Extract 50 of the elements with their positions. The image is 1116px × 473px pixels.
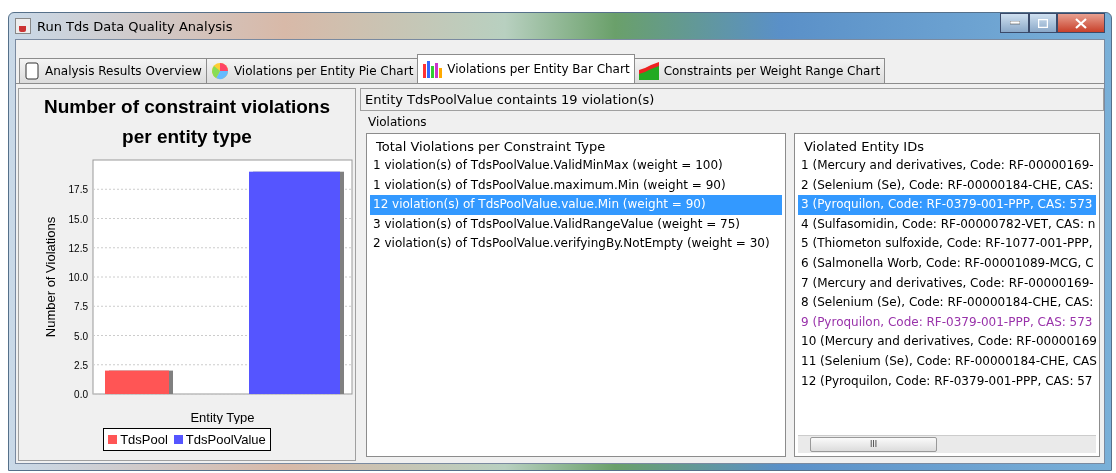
horizontal-scrollbar[interactable]: III <box>798 435 1096 453</box>
entity-header: Entity TdsPoolValue containts 19 violation(s) <box>360 88 1104 111</box>
legend-label: TdsPoolValue <box>185 432 266 447</box>
list-item[interactable]: 11 (Selenium (Se), Code: RF-00000184-CHE, CAS <box>798 351 1096 372</box>
axis-title: Number of Violations <box>43 216 58 338</box>
group-label: Violations <box>367 115 428 129</box>
axis-title: Entity Type <box>190 410 255 424</box>
coffee-cup-icon <box>15 18 31 34</box>
bar-chart-icon <box>422 60 443 78</box>
list-item[interactable]: 1 violation(s) of TdsPoolValue.ValidMinMax (weight = 100) <box>370 156 782 176</box>
list-item[interactable]: 1 violation(s) of TdsPoolValue.maximum.Min (weight = 90) <box>370 175 782 196</box>
list-item[interactable]: 12 (Pyroquilon, Code: RF-0379-001-PPP, CAS: 57 <box>798 371 1096 392</box>
tab[interactable]: Violations per Entity Bar Chart <box>417 54 635 83</box>
list-item[interactable]: 7 (Mercury and derivatives, Code: RF-00000169- <box>798 273 1096 294</box>
legend-label: TdsPool <box>120 432 168 447</box>
list-item[interactable]: 5 (Thiometon sulfoxide, Code: RF-1077-001-PPP, <box>798 234 1096 254</box>
list-item[interactable]: 4 (Sulfasomidin, Code: RF-00000782-VET, CAS: n <box>798 214 1096 235</box>
tick-label: 7.5 <box>74 301 88 313</box>
minimize-button[interactable] <box>1000 13 1029 33</box>
tab[interactable]: Constraints per Weight Range Chart <box>633 58 886 83</box>
list-item[interactable]: 3 violation(s) of TdsPoolValue.ValidRangeValue (weight = 75) <box>370 214 782 235</box>
tick-label: 5.0 <box>74 330 88 342</box>
list-title: Total Violations per Constraint Type <box>375 138 607 156</box>
close-icon <box>1075 17 1087 29</box>
tick-label: 17.5 <box>68 184 88 196</box>
scroll-thumb[interactable]: III <box>810 437 937 452</box>
list-item[interactable]: 1 (Mercury and derivatives, Code: RF-00000169- <box>798 156 1096 176</box>
list-item[interactable]: 10 (Mercury and derivatives, Code: RF-00000169 <box>798 332 1096 352</box>
maximize-icon <box>1038 18 1048 28</box>
list-item[interactable]: 6 (Salmonella Worb, Code: RF-00001089-MCG, C <box>798 253 1096 274</box>
tick-label: 12.5 <box>68 242 88 254</box>
chart-title: Number of constraint violations per entity type <box>42 95 332 149</box>
document-icon <box>24 62 40 80</box>
list-item[interactable]: 9 (Pyroquilon, Code: RF-0379-001-PPP, CAS: 573 <box>798 312 1096 333</box>
tick-label: 15.0 <box>68 213 88 225</box>
tick-label: 0.0 <box>74 389 88 400</box>
tick-label: 2.5 <box>74 359 88 371</box>
tick-label: 10.0 <box>68 272 88 283</box>
minimize-icon <box>1009 21 1020 25</box>
list-item[interactable]: 8 (Selenium (Se), Code: RF-00000184-CHE, CAS: <box>798 293 1096 313</box>
list-item[interactable]: 2 (Selenium (Se), Code: RF-00000184-CHE, CAS: <box>798 175 1096 196</box>
pie-chart-icon <box>210 62 229 80</box>
close-button[interactable] <box>1057 13 1105 33</box>
list-title: Violated Entity IDs <box>803 138 925 156</box>
list-item[interactable]: 2 violation(s) of TdsPoolValue.verifyingBy.NotEmpty (weight = 30) <box>370 234 782 254</box>
area-chart-icon <box>638 62 659 80</box>
maximize-button[interactable] <box>1029 13 1057 33</box>
tab[interactable]: Analysis Results Overview <box>19 58 207 83</box>
tab[interactable]: Violations per Entity Pie Chart <box>205 58 419 83</box>
window-title: Run Tds Data Quality Analysis <box>37 18 233 34</box>
